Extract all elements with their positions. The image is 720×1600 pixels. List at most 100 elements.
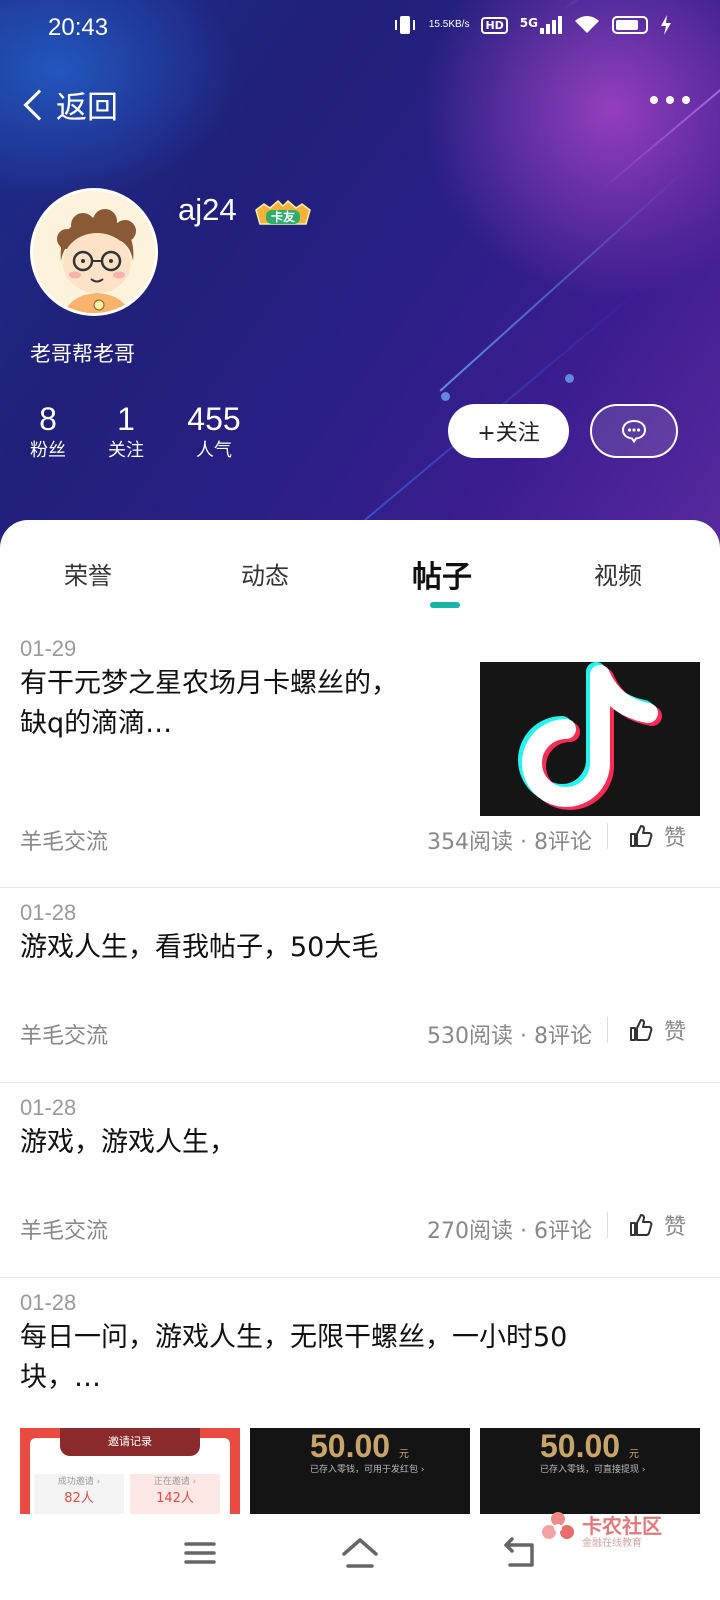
home-icon [342,1538,378,1568]
post-date: 01-29 [20,636,77,661]
network-type: 5G [519,16,538,30]
network-speed-value: 15.5 [428,19,449,30]
post-date: 01-28 [20,1095,77,1120]
tiktok-logo-icon [480,662,700,816]
menu-button[interactable] [170,1528,230,1578]
post-stats: 270阅读 · 6评论 [427,1219,592,1244]
invite-stat: 成功邀请 › 82人 [34,1474,124,1514]
like-button[interactable]: 赞 [606,1209,686,1241]
more-dot-icon [666,96,674,104]
stat-popularity-label: 人气 [196,440,232,461]
post-title: 有干元梦之星农场月卡螺丝的， 缺q的滴滴… [20,664,460,744]
post-title-line: 缺q的滴滴… [20,708,173,739]
invite-stat-label: 正在邀请 › [153,1477,197,1487]
status-icons: 15.5 KB/s HD 5G [393,14,672,36]
status-time: 20:43 [48,14,109,41]
vibrate-icon [393,14,417,36]
post-title-line: 有干元梦之星农场月卡螺丝的， [20,668,398,699]
post-category[interactable]: 羊毛交流 [20,1018,108,1050]
post-image[interactable]: 50.00 元 已存入零钱，可用于发红包 › [250,1428,470,1514]
stat-fans-value: 8 [39,401,57,437]
divider [606,823,608,849]
post-title-line: 游戏，游戏人生， [20,1127,236,1158]
cash-subtext: 已存入零钱，可直接提现 › [540,1465,646,1475]
chat-bubble-icon [621,419,647,443]
message-button[interactable] [590,404,678,458]
tab-honor[interactable]: 荣誉 [18,556,158,591]
header-light-dot [441,392,450,401]
like-button[interactable]: 赞 [606,820,686,852]
stat-following-label: 关注 [108,440,144,461]
signal-icon: 5G [520,16,562,34]
stat-following-value: 1 [117,401,135,437]
tab-videos[interactable]: 视频 [548,556,688,591]
menu-icon [184,1542,216,1564]
invite-stat-label: 成功邀请 › [57,1477,101,1487]
divider [606,1017,608,1043]
follow-button[interactable]: +关注 [448,404,569,458]
thumbs-up-icon [629,1214,653,1236]
post-image[interactable]: 50.00 元 已存入零钱，可直接提现 › [480,1428,700,1514]
cash-amount-value: 50.00 [540,1428,621,1464]
network-speed: 15.5 KB/s [429,20,470,30]
post-image-row: 邀请记录 成功邀请 › 82人 正在邀请 › 142人 50.00 元 已存入零… [20,1428,700,1514]
post-item[interactable]: 01-29 有干元梦之星农场月卡螺丝的， 缺q的滴滴… 羊毛交流 354阅读 ·… [0,620,720,888]
battery-icon [612,16,648,34]
status-bar: 20:43 15.5 KB/s HD 5G [0,0,720,58]
community-watermark: 卡农社区 金融在线教育 [540,1510,710,1550]
post-category[interactable]: 羊毛交流 [20,824,108,856]
post-title-line: 游戏人生，看我帖子，50大毛 [20,932,379,963]
invite-stat-value: 82人 [64,1491,94,1506]
back-arrow-icon [504,1537,534,1567]
post-title-line: 块，… [20,1362,101,1393]
hd-icon: HD [481,16,508,34]
like-button[interactable]: 赞 [606,1014,686,1046]
more-options-button[interactable] [650,96,690,104]
cash-amount: 50.00 元 [310,1428,409,1465]
tab-posts[interactable]: 帖子 [372,552,512,596]
profile-stats: 8 粉丝 1 关注 455 人气 [0,400,300,470]
profile-signature: 老哥帮老哥 [30,342,135,366]
thumbs-up-icon [629,825,653,847]
post-stats: 530阅读 · 8评论 [427,1024,592,1049]
thumbs-up-icon [629,1019,653,1041]
card-friend-badge[interactable]: 卡友 [254,198,312,228]
profile-header: 20:43 15.5 KB/s HD 5G 返回 aj24 卡友 老哥帮老哥 8… [0,0,720,560]
badge-label: 卡友 [270,210,295,224]
tab-activity[interactable]: 动态 [195,556,335,591]
invite-stat-value: 142人 [156,1491,194,1506]
avatar[interactable] [30,188,158,316]
username: aj24 [178,192,237,227]
header-light-dot [565,374,574,383]
back-label: 返回 [56,90,118,126]
stat-fans-label: 粉丝 [30,440,66,461]
cash-amount-unit: 元 [628,1449,639,1460]
cash-amount-unit: 元 [398,1449,409,1460]
tab-active-indicator [430,602,460,608]
post-title: 游戏人生，看我帖子，50大毛 [20,928,680,968]
back-button[interactable]: 返回 [20,82,118,127]
stat-popularity: 455 人气 [184,400,244,464]
more-dot-icon [682,96,690,104]
stat-following[interactable]: 1 关注 [106,400,146,464]
like-label: 赞 [663,1020,686,1045]
divider [606,1212,608,1238]
post-title: 游戏，游戏人生， [20,1123,680,1163]
post-date: 01-28 [20,900,77,925]
stat-popularity-value: 455 [187,401,241,437]
more-dot-icon [650,96,658,104]
post-image[interactable]: 邀请记录 成功邀请 › 82人 正在邀请 › 142人 [20,1428,240,1514]
post-item[interactable]: 01-28 游戏，游戏人生， 羊毛交流 270阅读 · 6评论 赞 [0,1083,720,1278]
cash-subtext: 已存入零钱，可用于发红包 › [310,1465,425,1475]
home-button[interactable] [330,1528,390,1578]
post-stats: 354阅读 · 8评论 [427,830,592,855]
post-item[interactable]: 01-28 游戏人生，看我帖子，50大毛 羊毛交流 530阅读 · 8评论 赞 [0,888,720,1083]
invite-title: 邀请记录 [60,1428,200,1456]
chevron-left-icon [23,88,55,121]
like-label: 赞 [663,826,686,851]
post-category[interactable]: 羊毛交流 [20,1213,108,1245]
stat-fans[interactable]: 8 粉丝 [28,400,68,464]
wifi-icon [574,15,600,35]
post-date: 01-28 [20,1290,77,1315]
post-thumbnail[interactable] [480,662,700,816]
